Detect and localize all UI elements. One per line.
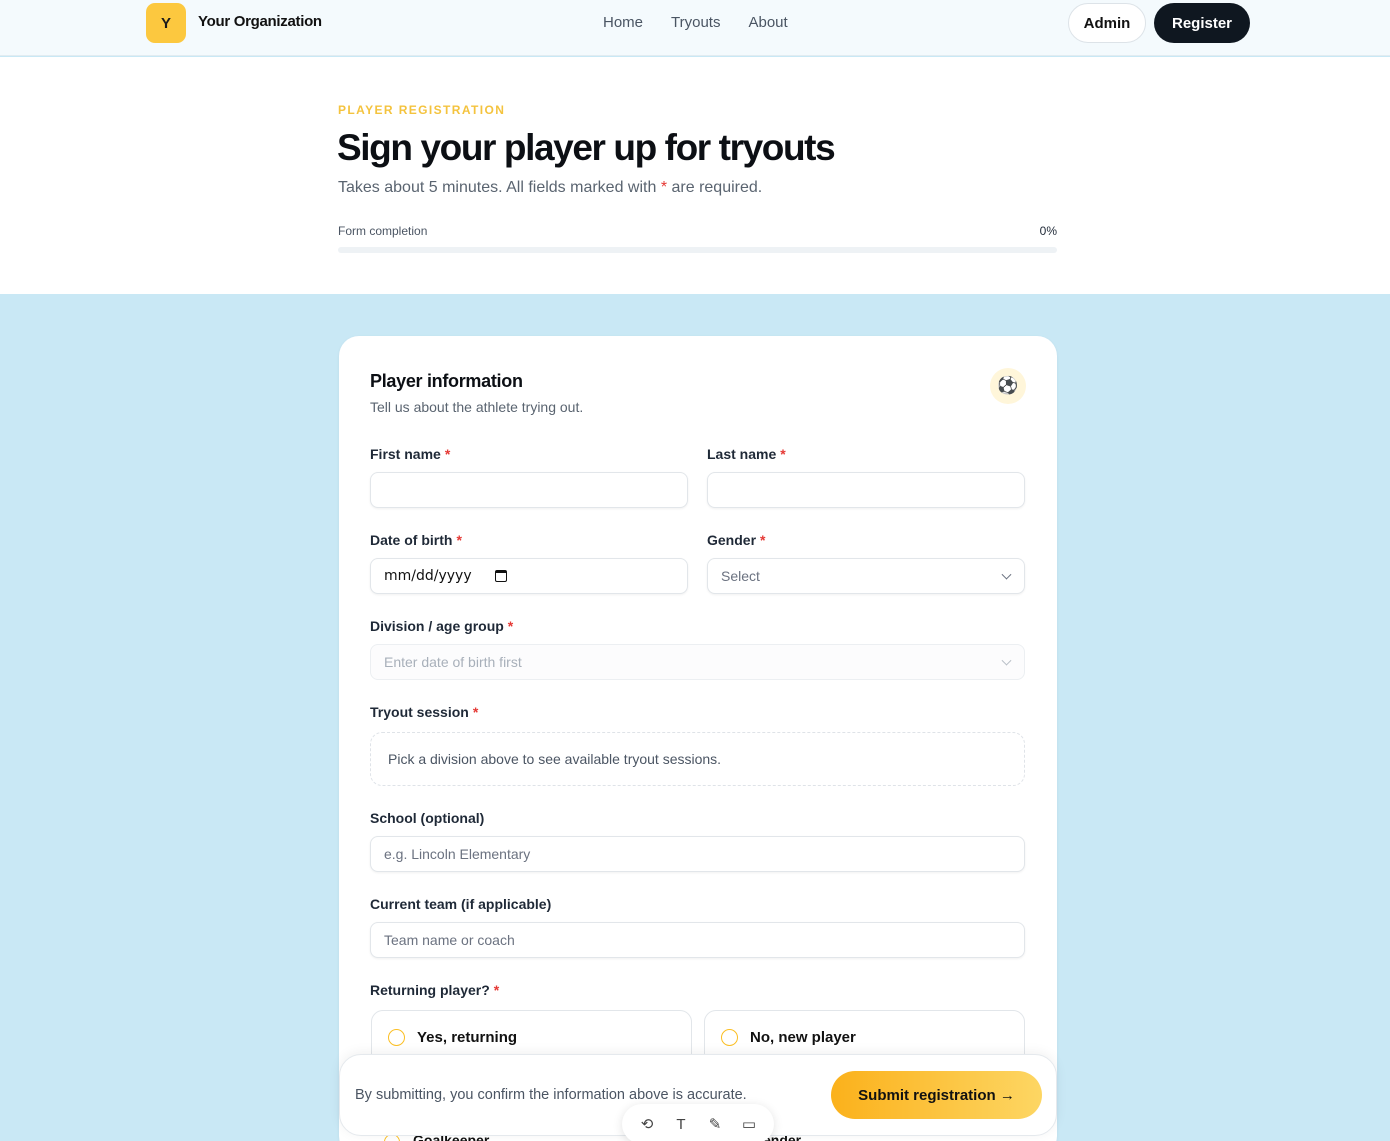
returning-yes-label: Yes, returning bbox=[417, 1029, 518, 1046]
first-name-label: First name * bbox=[370, 446, 450, 462]
submit-registration-button[interactable]: Submit registration → bbox=[831, 1071, 1042, 1119]
subtitle-text: Takes about 5 minutes. All fields marked… bbox=[338, 179, 661, 196]
progress-bar bbox=[338, 247, 1057, 253]
returning-label: Returning player? * bbox=[370, 982, 499, 998]
dob-label: Date of birth * bbox=[370, 532, 462, 548]
session-placeholder-box: Pick a division above to see available t… bbox=[370, 732, 1025, 786]
card-title: Player information bbox=[370, 371, 523, 391]
subtitle-text-end: are required. bbox=[667, 179, 763, 196]
required-star: * bbox=[456, 532, 462, 548]
floating-toolbar: ⟲ T ✎ ▭ bbox=[622, 1104, 774, 1141]
pencil-icon[interactable]: ✎ bbox=[703, 1115, 727, 1133]
org-logo[interactable]: Y bbox=[146, 3, 186, 43]
gender-label-text: Gender bbox=[707, 532, 757, 548]
admin-button[interactable]: Admin bbox=[1068, 3, 1146, 43]
last-name-input[interactable] bbox=[707, 472, 1025, 508]
school-placeholder: e.g. Lincoln Elementary bbox=[384, 846, 531, 862]
gender-select-value: Select bbox=[721, 568, 760, 584]
chevron-down-icon bbox=[1001, 569, 1012, 580]
eyebrow-label: PLAYER REGISTRATION bbox=[338, 103, 506, 117]
radio-circle[interactable] bbox=[388, 1029, 405, 1046]
dob-input[interactable]: mm/dd/yyyy bbox=[370, 558, 688, 594]
dob-value: mm/dd/yyyy bbox=[384, 568, 472, 584]
register-button[interactable]: Register bbox=[1154, 3, 1250, 43]
gender-label: Gender * bbox=[707, 532, 765, 548]
chevron-down-icon bbox=[1001, 655, 1012, 666]
team-input[interactable]: Team name or coach bbox=[370, 922, 1025, 958]
calendar-icon[interactable] bbox=[495, 570, 507, 582]
school-input[interactable]: e.g. Lincoln Elementary bbox=[370, 836, 1025, 872]
last-name-label: Last name * bbox=[707, 446, 786, 462]
dob-label-text: Date of birth bbox=[370, 532, 453, 548]
session-label: Tryout session * bbox=[370, 704, 478, 720]
required-star: * bbox=[760, 532, 766, 548]
progress-value: 0% bbox=[1039, 224, 1057, 238]
required-star: * bbox=[472, 704, 479, 720]
nav-tryouts-link[interactable]: Tryouts bbox=[671, 14, 720, 31]
page-title: Sign your player up for tryouts bbox=[337, 127, 836, 168]
first-name-label-text: First name bbox=[370, 446, 441, 462]
division-label-text: Division / age group bbox=[370, 618, 504, 634]
card-subtitle: Tell us about the athlete trying out. bbox=[370, 399, 584, 415]
session-label-text: Tryout session bbox=[370, 704, 469, 720]
nav-about-link[interactable]: About bbox=[748, 14, 787, 31]
page-subtitle: Takes about 5 minutes. All fields marked… bbox=[338, 179, 762, 197]
top-navbar: Y Your Organization Home Tryouts About A… bbox=[0, 0, 1390, 56]
confirm-text: By submitting, you confirm the informati… bbox=[355, 1087, 747, 1103]
team-placeholder: Team name or coach bbox=[384, 932, 515, 948]
first-name-input[interactable] bbox=[370, 472, 688, 508]
main-nav: Home Tryouts About bbox=[603, 14, 788, 31]
radio-circle[interactable] bbox=[721, 1029, 738, 1046]
hero-section: PLAYER REGISTRATION Sign your player up … bbox=[0, 57, 1390, 294]
required-star: * bbox=[444, 446, 451, 462]
required-star: * bbox=[493, 982, 500, 998]
school-label: School (optional) bbox=[370, 810, 485, 826]
comment-icon[interactable]: ▭ bbox=[737, 1115, 761, 1133]
select-tool-icon[interactable]: ⟲ bbox=[635, 1115, 659, 1133]
soccer-ball-icon: ⚽ bbox=[990, 368, 1026, 404]
team-label: Current team (if applicable) bbox=[370, 896, 552, 912]
returning-no-label: No, new player bbox=[750, 1029, 856, 1046]
nav-home-link[interactable]: Home bbox=[603, 14, 643, 31]
player-info-card: Player information Tell us about the ath… bbox=[339, 336, 1057, 1141]
progress-label: Form completion bbox=[338, 224, 428, 238]
returning-label-text: Returning player? bbox=[370, 982, 490, 998]
text-tool-icon[interactable]: T bbox=[669, 1116, 693, 1133]
division-placeholder: Enter date of birth first bbox=[384, 654, 522, 670]
gender-select[interactable]: Select bbox=[707, 558, 1025, 594]
last-name-label-text: Last name bbox=[707, 446, 777, 462]
required-star: * bbox=[507, 618, 514, 634]
division-select[interactable]: Enter date of birth first bbox=[370, 644, 1025, 680]
division-label: Division / age group * bbox=[370, 618, 513, 634]
required-star: * bbox=[780, 446, 786, 462]
org-name[interactable]: Your Organization bbox=[198, 13, 322, 30]
